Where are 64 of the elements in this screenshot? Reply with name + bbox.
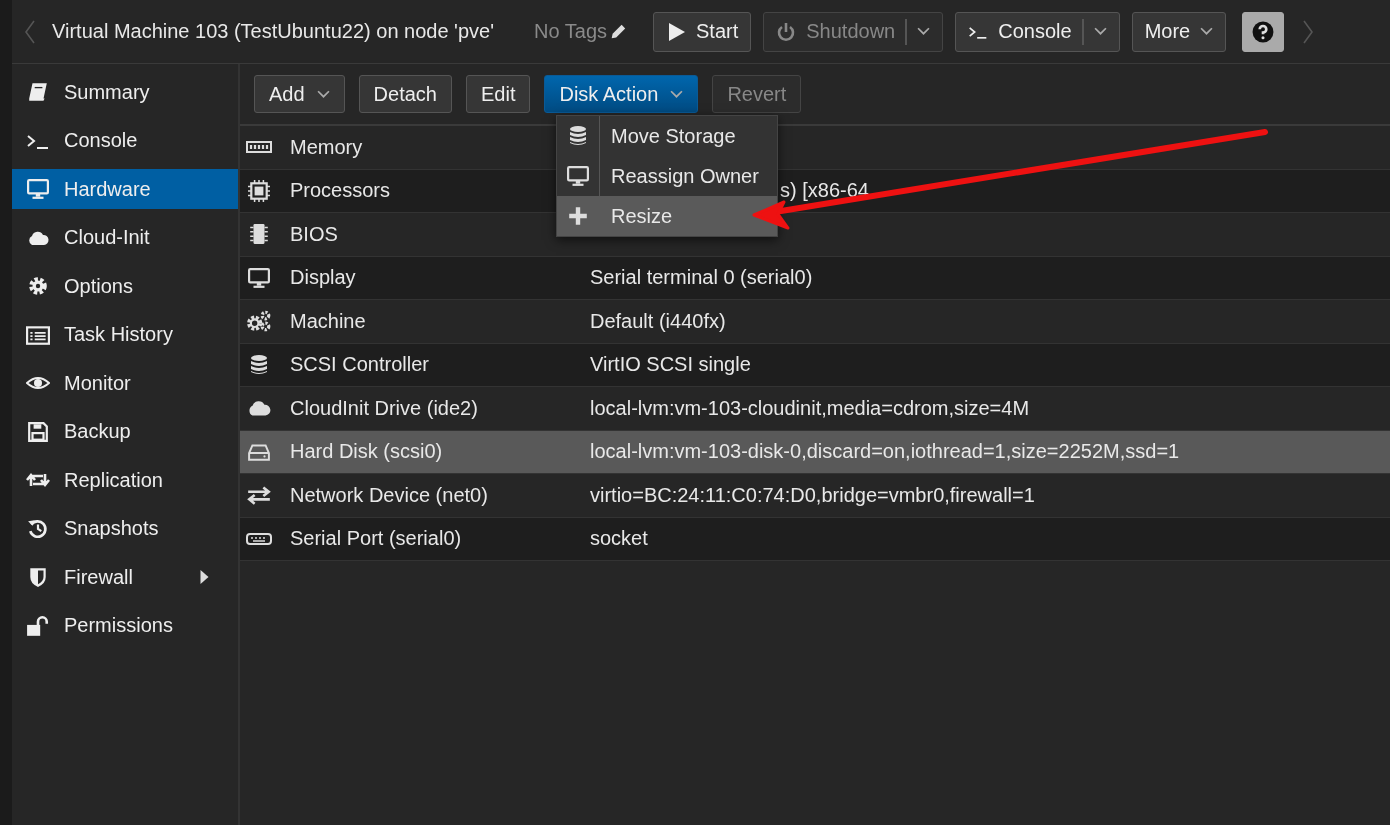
menu-item[interactable]: Resize (557, 196, 777, 236)
table-row[interactable]: SCSI Controller VirtIO SCSI single (240, 343, 1390, 387)
sidebar-item[interactable]: Permissions (12, 605, 238, 646)
sidebar-item[interactable]: Console (12, 120, 238, 161)
pencil-icon (609, 22, 627, 41)
sidebar-item[interactable]: Hardware (12, 169, 238, 209)
table-cell: SCSI Controller (290, 353, 429, 377)
book-icon (26, 81, 50, 103)
list-icon (26, 323, 50, 346)
expand-arrow-icon[interactable] (200, 570, 209, 584)
help-button[interactable] (1242, 11, 1285, 52)
table-cell: VirtIO SCSI single (590, 353, 751, 377)
exchange-icon (246, 484, 272, 507)
header-button[interactable]: Start (653, 11, 752, 52)
edit-tags-button[interactable]: No Tags (534, 20, 627, 43)
plus-icon (567, 205, 589, 227)
toolbar-button[interactable]: Detach (358, 75, 452, 113)
sidebar-item[interactable]: Summary (12, 72, 238, 112)
sidebar-item[interactable]: Backup (12, 411, 238, 452)
sidebar-item[interactable]: Firewall (12, 557, 238, 597)
floppy-icon (26, 420, 50, 443)
sidebar-item[interactable]: Cloud-Init (12, 217, 238, 258)
toolbar-button[interactable]: Disk Action (544, 75, 699, 113)
table-cell: Serial Port (serial0) (290, 527, 462, 551)
toolbar-button[interactable]: Add (254, 75, 345, 113)
sidebar-item[interactable]: Replication (12, 460, 238, 500)
table-cell: Processors (290, 179, 391, 203)
table-cell: Serial terminal 0 (serial0) (590, 266, 813, 290)
table-cell: socket (590, 527, 648, 551)
table-row[interactable]: Serial Port (serial0) socket (240, 517, 1390, 561)
history-icon (26, 517, 50, 540)
sidebar-item[interactable]: Task History (12, 314, 238, 355)
table-cell: virtio=BC:24:11:C0:74:D0,bridge=vmbr0,firewall=1 (590, 483, 1035, 507)
table-cell: local-lvm:vm-103-cloudinit,media=cdrom,size=4M (590, 396, 1030, 420)
table-cell: CloudInit Drive (ide2) (290, 396, 478, 420)
unlock-icon (26, 614, 50, 637)
table-cell: Network Device (net0) (290, 483, 488, 507)
play-icon (666, 21, 686, 42)
monitor-icon (567, 165, 589, 187)
header-button[interactable]: More (1131, 11, 1227, 52)
table-cell: BIOS (290, 222, 338, 246)
gears-icon (246, 310, 272, 333)
table-row[interactable]: Display Serial terminal 0 (serial0) (240, 256, 1390, 300)
monitor-icon (26, 178, 50, 200)
power-icon (776, 21, 797, 42)
sidebar-item[interactable]: Monitor (12, 363, 238, 403)
header-button[interactable]: Console (955, 11, 1120, 52)
gear-icon (26, 275, 50, 297)
table-cell: s) [x86-64 (780, 179, 869, 203)
table-cell: Machine (290, 309, 366, 333)
table-cell: local-lvm:vm-103-disk-0,discard=on,iothread=1,size=2252M,ssd=1 (590, 440, 1180, 464)
help-icon (1252, 20, 1275, 43)
monitor-icon (246, 266, 272, 289)
database-icon (567, 125, 589, 147)
window-title: Virtual Machine 103 (TestUbuntu22) on node 'pve' (52, 20, 494, 43)
sidebar-item[interactable]: Options (12, 266, 238, 306)
cpu-icon (246, 179, 272, 202)
table-cell: Memory (290, 135, 363, 159)
table-cell: Default (i440fx) (590, 309, 726, 333)
table-cell: Display (290, 266, 356, 290)
table-cell: Hard Disk (scsi0) (290, 440, 443, 464)
toolbar-button[interactable]: Edit (465, 75, 531, 113)
table-row[interactable]: Hard Disk (scsi0) local-lvm:vm-103-disk-0,discard=on,iothread=1,size=2252M,ssd=1 (240, 430, 1390, 474)
sidebar-item[interactable]: Snapshots (12, 508, 238, 549)
